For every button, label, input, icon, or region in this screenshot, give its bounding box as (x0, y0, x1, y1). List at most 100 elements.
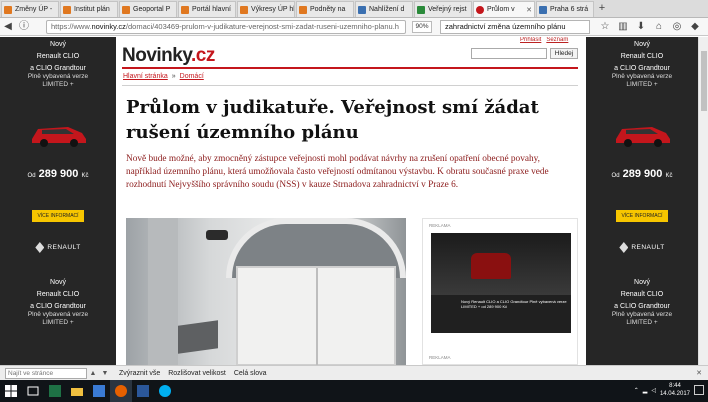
ad-text-new-2: Nový (50, 279, 66, 286)
ad-text-limited-2: LIMITED + (42, 319, 74, 326)
article-page: Přihlásit Seznam Novinky.cz Hledej Hlavní… (116, 37, 586, 365)
seznam-link[interactable]: Seznam (546, 37, 568, 43)
clock[interactable]: 8:44 14.04.2017 (660, 382, 690, 398)
renault-diamond-icon (619, 242, 629, 253)
article-photo[interactable] (126, 218, 406, 365)
network-icon[interactable]: ▂ (643, 387, 648, 394)
vertical-scrollbar[interactable] (698, 37, 708, 365)
new-tab-button[interactable]: + (594, 1, 610, 17)
tab-institut[interactable]: Institut plán (60, 1, 118, 17)
left-banner-ad[interactable]: Nový Renault CLIO a CLIO Grandtour Plně … (0, 37, 116, 365)
login-link[interactable]: Přihlásit (520, 37, 541, 43)
ad-text-equipped: Plně vybavená verze (27, 73, 89, 80)
tab-label: Institut plán (74, 6, 110, 13)
ad-price-unit: Kč (81, 173, 89, 179)
find-close-icon[interactable]: ✕ (696, 369, 702, 377)
notification-icon[interactable] (694, 385, 704, 395)
info-icon[interactable]: ⓘ (16, 19, 32, 35)
header-divider (122, 67, 578, 69)
highlight-all-toggle[interactable]: Zvýraznit vše (119, 370, 160, 377)
url-host: novinky.cz (91, 22, 126, 31)
right-content-ad[interactable]: REKLAMA Nový Renault CLIO a CLIO Grandto… (422, 218, 578, 365)
taskbar-app-skype[interactable] (154, 380, 176, 402)
pocket-icon[interactable]: ◎ (670, 19, 684, 35)
start-button[interactable] (0, 380, 22, 402)
match-case-toggle[interactable]: Rozlišovat velikost (168, 370, 226, 377)
tab-favicon (4, 5, 12, 14)
breadcrumb-divider (122, 85, 578, 86)
site-logo[interactable]: Novinky.cz (122, 45, 215, 67)
tab-close-icon[interactable]: ✕ (524, 6, 532, 14)
task-view-button[interactable] (22, 380, 44, 402)
tab-prulom-active[interactable]: Průlom v ✕ (473, 1, 535, 17)
ad-price: Od 289 900 Kč (0, 168, 116, 180)
volume-icon[interactable]: ◁ (651, 387, 656, 394)
download-icon[interactable]: ⬇ (634, 19, 648, 35)
zoom-indicator[interactable]: 90% (412, 21, 432, 33)
ad-price-prefix: Od (27, 173, 36, 179)
tab-vykresy[interactable]: Výkresy ÚP hl (237, 1, 295, 17)
url-bar[interactable]: https://www.novinky.cz/domaci/403469-pru… (46, 20, 406, 34)
tab-geoportal[interactable]: Geoportal P (119, 1, 177, 17)
ad-more-info-button[interactable]: VÍCE INFORMACÍ (32, 210, 84, 222)
right-banner-ad[interactable]: Nový Renault CLIO a CLIO Grandtour Plně … (586, 37, 698, 365)
tab-zmeny-up[interactable]: Změny ÚP - (1, 1, 59, 17)
site-search-input[interactable] (471, 48, 547, 59)
photo-door (236, 266, 396, 365)
ad-brand: RENAULT (631, 244, 665, 252)
skype-icon (159, 385, 171, 397)
back-arrow-icon[interactable]: ◀ (0, 19, 16, 35)
tab-portal[interactable]: Portál hlavní (178, 1, 236, 17)
clock-time: 8:44 (669, 383, 681, 389)
taskbar-app-firefox[interactable] (110, 380, 132, 402)
windows-taskbar: ⌃ ▂ ◁ 8:44 14.04.2017 (0, 380, 708, 402)
top-links: Přihlásit Seznam (520, 37, 573, 43)
breadcrumb-domestic[interactable]: Domácí (180, 73, 204, 80)
tab-podnety[interactable]: Podněty na (296, 1, 354, 17)
tab-label: Průlom v (487, 6, 515, 13)
find-bar: ▲ ▼ Zvýraznit vše Rozlišovat velikost Ce… (0, 365, 708, 380)
car-image (616, 127, 670, 147)
tab-favicon (181, 5, 189, 14)
tab-praha6[interactable]: Praha 6 strá (536, 1, 594, 17)
taskbar-app-photos[interactable] (88, 380, 110, 402)
ad-car-shape (471, 253, 511, 279)
tab-favicon (417, 5, 425, 14)
search-bar[interactable]: zahradnictví změna územního plánu (440, 20, 590, 34)
breadcrumb-home[interactable]: Hlavní stránka (123, 73, 168, 80)
tray-arrow-icon[interactable]: ⌃ (634, 387, 639, 394)
find-next-icon[interactable]: ▼ (99, 368, 111, 379)
home-icon[interactable]: ⌂ (652, 19, 666, 35)
scrollbar-thumb[interactable] (701, 51, 707, 111)
find-prev-icon[interactable]: ▲ (87, 368, 99, 379)
ad-more-info-button[interactable]: VÍCE INFORMACÍ (616, 210, 668, 222)
ad-car-image (431, 233, 571, 295)
url-prefix: https://www. (51, 22, 92, 31)
taskbar-app-word[interactable] (132, 380, 154, 402)
taskbar-app-explorer[interactable] (66, 380, 88, 402)
tab-verejny-rejstrik[interactable]: Veřejný rejst (414, 1, 472, 17)
tab-label: Portál hlavní (192, 6, 231, 13)
ad-text-grandtour: a CLIO Grandtour (30, 65, 86, 72)
photo-column (148, 218, 178, 365)
shield-icon[interactable]: ◆ (688, 19, 702, 35)
article-title: Průlom v judikatuře. Veřejnost smí žádat… (126, 97, 539, 143)
tab-nahlizeni[interactable]: Nahlížení d (355, 1, 413, 17)
library-icon[interactable]: ▥ (616, 19, 630, 35)
renault-diamond-icon (35, 242, 45, 253)
breadcrumb-separator: » (171, 73, 176, 80)
tab-favicon (476, 5, 484, 14)
ad-text-grandtour-2: a CLIO Grandtour (614, 303, 670, 310)
tab-favicon (539, 5, 547, 14)
ad-price: Od 289 900 Kč (586, 168, 698, 180)
excel-icon (49, 385, 61, 397)
whole-words-toggle[interactable]: Celá slova (234, 370, 267, 377)
site-search-button[interactable]: Hledej (550, 48, 578, 59)
taskbar-app-excel[interactable] (44, 380, 66, 402)
ad-price-value: 289 900 (622, 168, 663, 180)
star-icon[interactable]: ☆ (598, 19, 612, 35)
page-viewport: Nový Renault CLIO a CLIO Grandtour Plně … (0, 37, 698, 365)
toolbar-icons: ☆ ▥ ⬇ ⌂ ◎ ◆ ☰ (598, 19, 708, 35)
find-input[interactable] (5, 367, 87, 379)
ad-text-equipped-2: Plně vybavená verze (27, 311, 89, 318)
